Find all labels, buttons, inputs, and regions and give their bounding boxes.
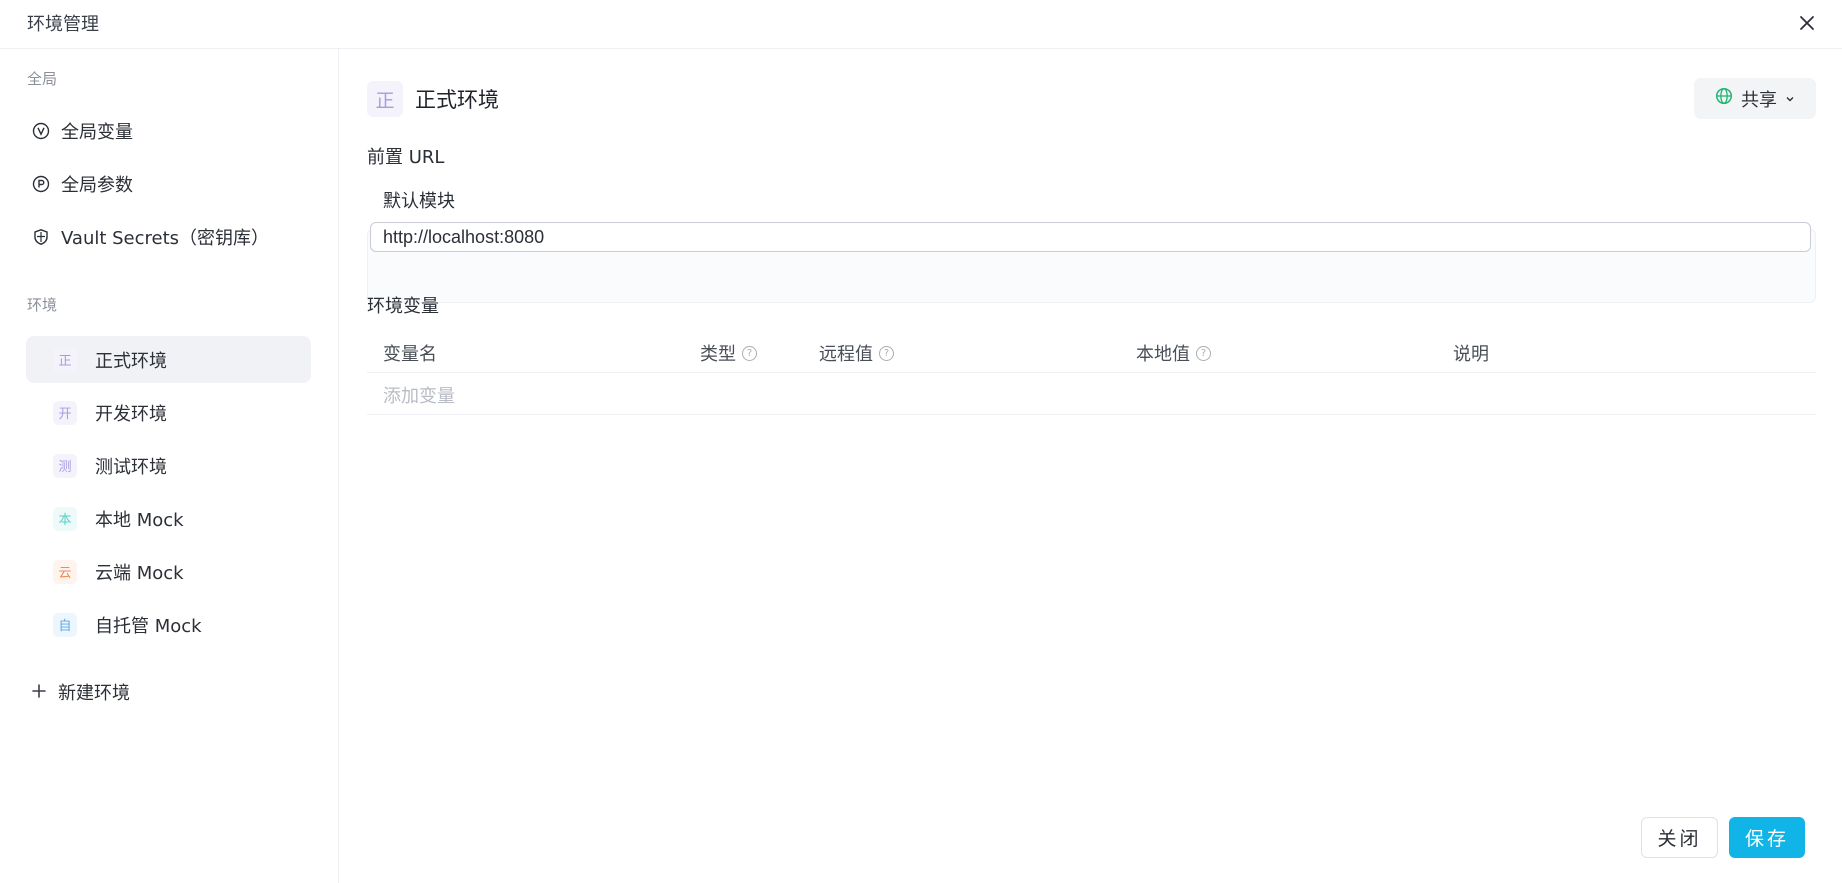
env-item-testing[interactable]: 测 测试环境 — [26, 442, 311, 489]
base-url-label: 前置 URL — [367, 147, 445, 168]
sidebar: 全局 全局变量 全局参数 Vault Secrets（密钥库） 环境 正 正式环… — [0, 49, 339, 883]
env-header: 正 正式环境 — [367, 81, 499, 117]
plus-icon — [32, 681, 46, 703]
env-item-label: 自托管 Mock — [95, 615, 202, 637]
env-item-self-hosted-mock[interactable]: 自 自托管 Mock — [26, 601, 311, 648]
add-variable-placeholder[interactable]: 添加变量 — [383, 382, 455, 408]
env-badge: 正 — [367, 81, 403, 117]
env-badge: 正 — [53, 347, 77, 372]
v-circle-icon — [31, 122, 50, 141]
env-item-development[interactable]: 开 开发环境 — [26, 389, 311, 436]
env-badge: 开 — [53, 400, 77, 425]
env-item-label: 本地 Mock — [95, 509, 184, 531]
p-circle-icon — [31, 175, 50, 194]
shield-icon — [31, 228, 50, 247]
col-header-label: 远程值 — [819, 344, 873, 365]
col-header-type: 类型 ? — [700, 340, 757, 366]
env-vars-table: 变量名 类型 ? 远程值 ? 本地值 ? 说明 添加变量 — [367, 331, 1816, 415]
close-icon[interactable] — [1794, 10, 1820, 36]
env-item-cloud-mock[interactable]: 云 云端 Mock — [26, 548, 311, 595]
module-name: 默认模块 — [383, 191, 455, 212]
dialog-title: 环境管理 — [27, 14, 99, 35]
save-button[interactable]: 保存 — [1729, 817, 1805, 858]
base-url-section: 默认模块 — [367, 179, 1816, 303]
table-header: 变量名 类型 ? 远程值 ? 本地值 ? 说明 — [367, 331, 1816, 373]
sidebar-item-vault-secrets[interactable]: Vault Secrets（密钥库） — [31, 222, 269, 252]
new-env-label: 新建环境 — [58, 683, 130, 704]
sidebar-item-global-variables[interactable]: 全局变量 — [31, 116, 133, 146]
col-header-remote: 远程值 ? — [819, 340, 894, 366]
env-vars-label: 环境变量 — [367, 296, 439, 317]
sidebar-item-label: Vault Secrets（密钥库） — [61, 228, 270, 249]
sidebar-item-label: 全局变量 — [61, 122, 133, 143]
question-icon[interactable]: ? — [742, 345, 757, 361]
question-icon[interactable]: ? — [879, 345, 894, 361]
env-item-label: 正式环境 — [95, 350, 167, 372]
new-env-button[interactable]: 新建环境 — [32, 677, 130, 707]
env-badge: 测 — [53, 453, 77, 478]
share-label: 共享 — [1741, 89, 1777, 111]
env-badge: 自 — [53, 612, 77, 637]
col-header-label: 本地值 — [1136, 344, 1190, 365]
env-item-local-mock[interactable]: 本 本地 Mock — [26, 495, 311, 542]
dialog-header: 环境管理 — [0, 0, 1842, 49]
chevron-down-icon — [1785, 88, 1795, 109]
env-badge: 云 — [53, 559, 77, 584]
env-detail-panel: 正 正式环境 共享 前置 URL 默认模块 环境变量 变量名 类型 ? 远程值 — [340, 49, 1842, 883]
close-button[interactable]: 关闭 — [1641, 817, 1718, 858]
env-name[interactable]: 正式环境 — [415, 84, 499, 114]
base-url-input[interactable] — [370, 222, 1811, 252]
col-header-label: 类型 — [700, 344, 736, 365]
table-row[interactable]: 添加变量 — [367, 373, 1816, 415]
sidebar-item-label: 全局参数 — [61, 175, 133, 196]
env-section-label: 环境 — [27, 296, 58, 314]
globe-icon — [1715, 87, 1733, 110]
col-header-local: 本地值 ? — [1136, 340, 1211, 366]
question-icon[interactable]: ? — [1196, 345, 1211, 361]
col-header-label: 说明 — [1453, 344, 1489, 365]
col-header-label: 变量名 — [383, 344, 437, 365]
sidebar-item-global-params[interactable]: 全局参数 — [31, 169, 133, 199]
env-item-label: 云端 Mock — [95, 562, 184, 584]
share-dropdown[interactable]: 共享 — [1694, 78, 1816, 119]
env-item-production[interactable]: 正 正式环境 — [26, 336, 311, 383]
env-item-label: 测试环境 — [95, 456, 167, 478]
env-badge: 本 — [53, 506, 77, 531]
global-section-label: 全局 — [27, 70, 58, 88]
col-header-description: 说明 — [1453, 340, 1489, 366]
env-item-label: 开发环境 — [95, 403, 167, 425]
col-header-name: 变量名 — [383, 340, 437, 366]
